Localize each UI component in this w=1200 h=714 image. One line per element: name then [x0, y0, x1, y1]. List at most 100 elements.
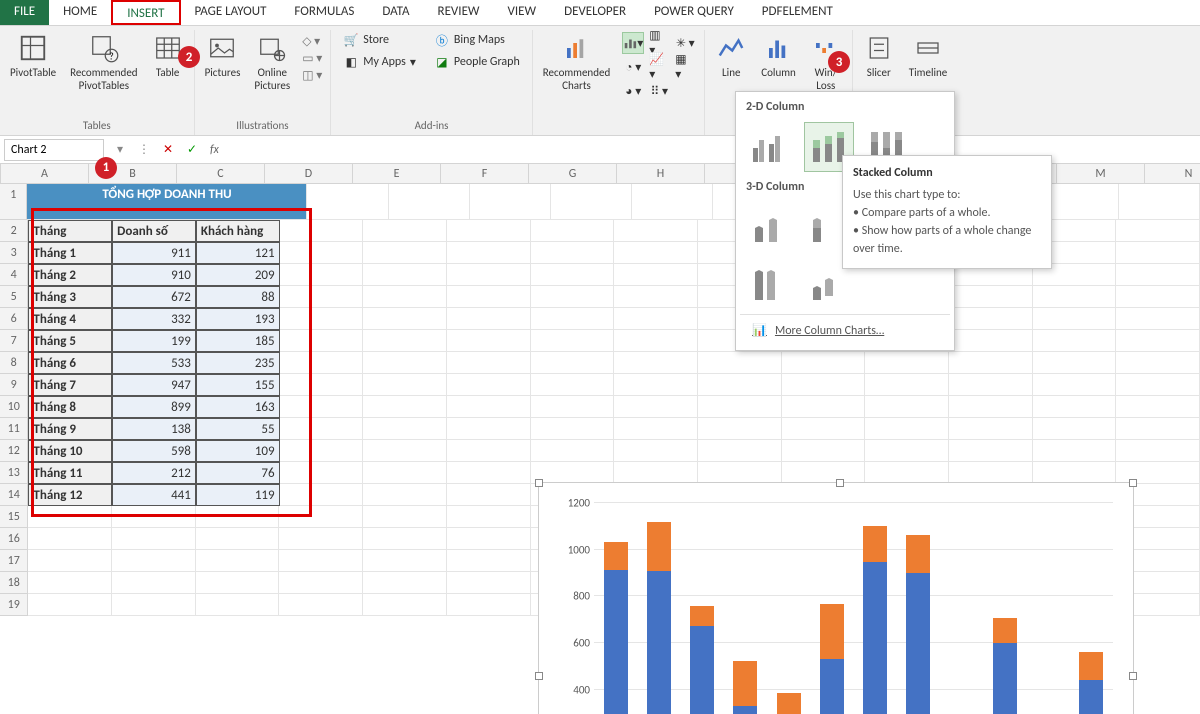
- bar-segment-series2[interactable]: [863, 526, 887, 562]
- bar-segment-series2[interactable]: [733, 661, 757, 706]
- cell[interactable]: [447, 220, 531, 242]
- cell[interactable]: [531, 462, 615, 484]
- cell[interactable]: [363, 528, 447, 550]
- tab-powerquery[interactable]: POWER QUERY: [640, 0, 748, 25]
- row-header[interactable]: 8: [0, 352, 28, 374]
- cell[interactable]: [614, 330, 698, 352]
- cell[interactable]: [949, 396, 1033, 418]
- cell[interactable]: [447, 374, 531, 396]
- cell[interactable]: 911: [112, 242, 196, 264]
- row-header[interactable]: 5: [0, 286, 28, 308]
- enter-icon[interactable]: ✓: [180, 142, 204, 157]
- cell[interactable]: [112, 550, 196, 572]
- cell[interactable]: [1116, 330, 1200, 352]
- row-header[interactable]: 11: [0, 418, 28, 440]
- row-header[interactable]: 18: [0, 572, 28, 594]
- cell[interactable]: [865, 462, 949, 484]
- bar-segment-series2[interactable]: [604, 542, 628, 570]
- cell[interactable]: [447, 242, 531, 264]
- cell[interactable]: [363, 220, 447, 242]
- bar-segment-series2[interactable]: [777, 693, 801, 714]
- cell[interactable]: [531, 418, 615, 440]
- column-header[interactable]: A: [1, 164, 89, 184]
- cell[interactable]: [531, 286, 615, 308]
- cell[interactable]: [531, 352, 615, 374]
- cell[interactable]: 332: [112, 308, 196, 330]
- cell[interactable]: [447, 330, 531, 352]
- cell[interactable]: [1033, 440, 1117, 462]
- cell[interactable]: [112, 506, 196, 528]
- pie-chart-button[interactable]: ◕ ▾: [622, 80, 644, 102]
- cell[interactable]: 55: [196, 418, 280, 440]
- cell[interactable]: [614, 286, 698, 308]
- cell[interactable]: 899: [112, 396, 196, 418]
- cell[interactable]: [1033, 462, 1117, 484]
- bar-segment-series1[interactable]: [733, 706, 757, 714]
- tab-formulas[interactable]: FORMULAS: [280, 0, 368, 25]
- cell[interactable]: [363, 308, 447, 330]
- cell[interactable]: 212: [112, 462, 196, 484]
- online-pictures-button[interactable]: Online Pictures: [252, 30, 292, 94]
- pivottable-button[interactable]: PivotTable: [8, 30, 58, 81]
- cell[interactable]: [280, 242, 364, 264]
- cell[interactable]: [112, 572, 196, 594]
- cell[interactable]: TỔNG HỢP DOANH THU: [27, 184, 307, 220]
- bar-segment-series1[interactable]: [1079, 680, 1103, 714]
- column-header[interactable]: G: [529, 164, 617, 184]
- cell[interactable]: [447, 264, 531, 286]
- cell[interactable]: [865, 352, 949, 374]
- cell[interactable]: [447, 418, 531, 440]
- smartart-icon[interactable]: ▭ ▾: [302, 51, 322, 66]
- cell[interactable]: [363, 242, 447, 264]
- cell[interactable]: [698, 440, 782, 462]
- bar-segment-series2[interactable]: [1079, 652, 1103, 680]
- recommended-charts-button[interactable]: Recommended Charts: [541, 30, 612, 94]
- cell[interactable]: [363, 440, 447, 462]
- cell[interactable]: Khách hàng: [196, 220, 280, 242]
- cell[interactable]: [632, 184, 713, 220]
- cell[interactable]: 672: [112, 286, 196, 308]
- cell[interactable]: Tháng 7: [28, 374, 112, 396]
- tab-file[interactable]: FILE: [0, 0, 49, 25]
- cell[interactable]: [614, 264, 698, 286]
- cell[interactable]: [698, 418, 782, 440]
- cell[interactable]: Tháng 8: [28, 396, 112, 418]
- cell[interactable]: [698, 374, 782, 396]
- cell[interactable]: [28, 550, 112, 572]
- cell[interactable]: [112, 528, 196, 550]
- combo-chart-button[interactable]: ▦ ▾: [674, 56, 696, 78]
- cell[interactable]: 121: [196, 242, 280, 264]
- line-chart-button[interactable]: 📈 ▾: [648, 56, 670, 78]
- 3d-100pct-option[interactable]: [746, 260, 796, 310]
- cell[interactable]: [363, 572, 447, 594]
- cell[interactable]: [531, 440, 615, 462]
- cell[interactable]: [1116, 462, 1200, 484]
- cell[interactable]: [447, 396, 531, 418]
- cell[interactable]: [447, 440, 531, 462]
- cell[interactable]: [782, 440, 866, 462]
- column-header[interactable]: F: [441, 164, 529, 184]
- cell[interactable]: 163: [196, 396, 280, 418]
- cell[interactable]: [614, 220, 698, 242]
- cell[interactable]: [279, 550, 363, 572]
- cell[interactable]: [363, 594, 447, 616]
- cell[interactable]: [1116, 396, 1200, 418]
- cell[interactable]: [363, 418, 447, 440]
- row-header[interactable]: 17: [0, 550, 28, 572]
- bar-segment-series2[interactable]: [690, 606, 714, 627]
- cell[interactable]: [1033, 308, 1117, 330]
- row-header[interactable]: 15: [0, 506, 28, 528]
- cell[interactable]: [280, 440, 364, 462]
- column-header[interactable]: H: [617, 164, 705, 184]
- cell[interactable]: [447, 594, 531, 616]
- row-header[interactable]: 13: [0, 462, 28, 484]
- cell[interactable]: [363, 286, 447, 308]
- cell[interactable]: 533: [112, 352, 196, 374]
- cell[interactable]: [698, 352, 782, 374]
- cell[interactable]: 598: [112, 440, 196, 462]
- cell[interactable]: [614, 418, 698, 440]
- cell[interactable]: [531, 242, 615, 264]
- bar-segment-series1[interactable]: [647, 571, 671, 714]
- name-box-dropdown[interactable]: ▾: [108, 142, 132, 157]
- cell[interactable]: Tháng 4: [28, 308, 112, 330]
